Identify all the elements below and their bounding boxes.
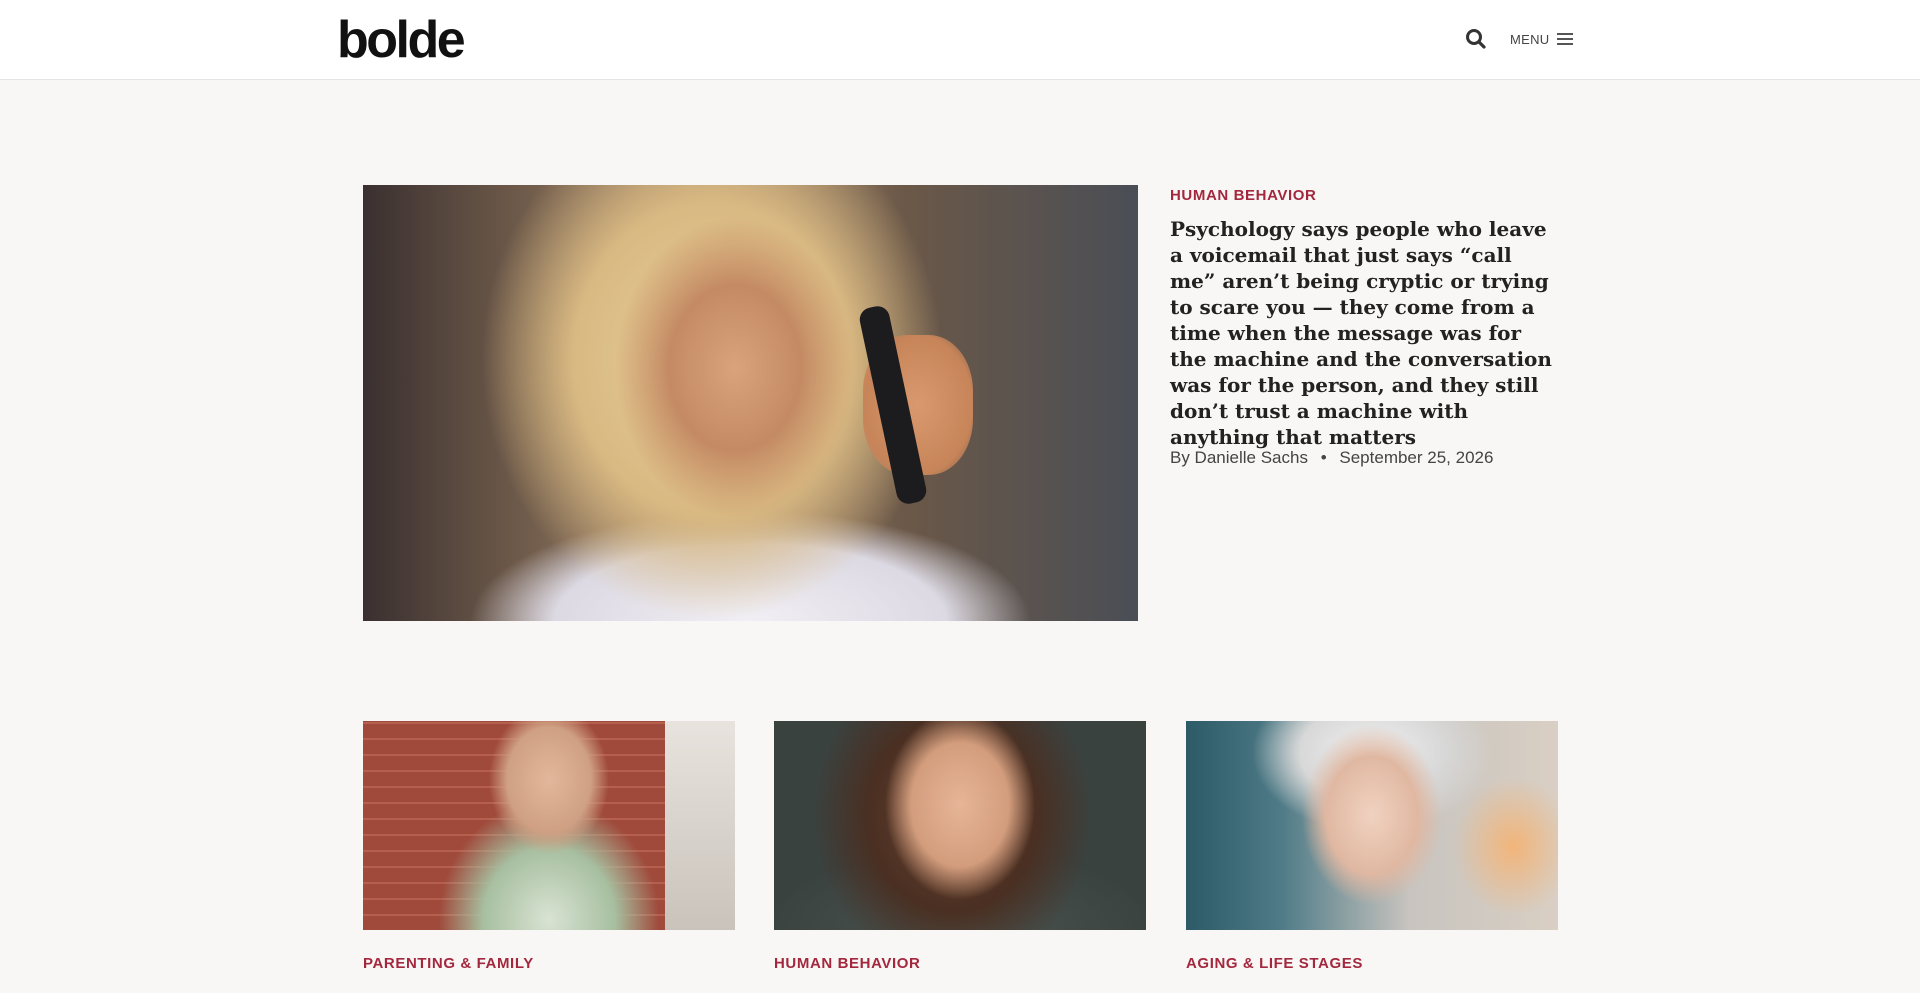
article-card-image[interactable] bbox=[774, 721, 1146, 930]
site-header: bolde MENU bbox=[0, 0, 1920, 80]
featured-article-category[interactable]: HUMAN BEHAVIOR bbox=[1170, 187, 1316, 204]
article-card-title[interactable] bbox=[363, 982, 735, 993]
article-author[interactable]: By Danielle Sachs bbox=[1170, 448, 1308, 467]
site-logo[interactable]: bolde bbox=[337, 10, 466, 70]
hamburger-icon bbox=[1557, 33, 1574, 45]
article-date: September 25, 2026 bbox=[1339, 448, 1494, 467]
featured-article-title[interactable]: Psychology says people who leave a voice… bbox=[1170, 216, 1560, 450]
article-card-title[interactable] bbox=[774, 982, 1146, 993]
article-card-category[interactable]: PARENTING & FAMILY bbox=[363, 955, 534, 972]
menu-label: MENU bbox=[1510, 31, 1550, 47]
article-card-image[interactable] bbox=[363, 721, 735, 930]
search-icon bbox=[1466, 29, 1486, 49]
meta-separator: • bbox=[1320, 448, 1327, 467]
menu-button[interactable]: MENU bbox=[1510, 28, 1574, 50]
article-card-image[interactable] bbox=[1186, 721, 1558, 930]
article-card-category[interactable]: HUMAN BEHAVIOR bbox=[774, 955, 920, 972]
article-card-category[interactable]: AGING & LIFE STAGES bbox=[1186, 955, 1363, 972]
featured-article-meta: By Danielle Sachs • September 25, 2026 bbox=[1170, 448, 1493, 468]
article-card-title[interactable] bbox=[1186, 982, 1558, 993]
featured-article-image[interactable] bbox=[363, 185, 1138, 621]
search-button[interactable] bbox=[1465, 28, 1487, 50]
